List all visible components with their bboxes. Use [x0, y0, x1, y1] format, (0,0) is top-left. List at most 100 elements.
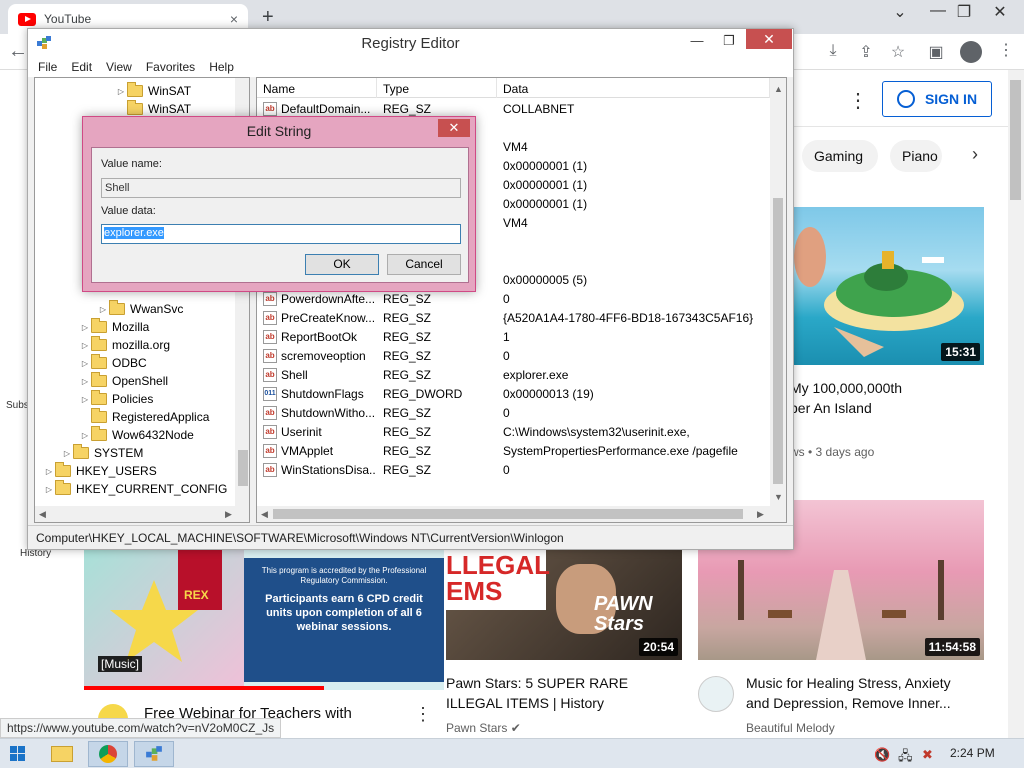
tree-node[interactable]: RegisteredApplica — [79, 408, 209, 426]
cancel-button[interactable]: Cancel — [387, 254, 461, 275]
tree-node[interactable]: ▷ Policies — [79, 390, 153, 408]
regedit-minimize-button[interactable]: — — [682, 33, 712, 48]
tab-search-icon[interactable]: ⌄ — [880, 2, 920, 22]
video-thumbnail[interactable]: REX [Music] This program is accredited b… — [84, 550, 444, 690]
tree-node[interactable]: ▷ HKEY_USERS — [43, 462, 157, 480]
expand-arrow-icon[interactable]: ▷ — [115, 87, 127, 96]
taskbar-regedit[interactable] — [134, 741, 174, 767]
tree-horizontal-scrollbar[interactable]: ◀ ▶ — [35, 506, 249, 522]
restore-button[interactable]: ❐ — [944, 2, 984, 22]
video-title[interactable]: Pawn Stars: 5 SUPER RARE — [446, 673, 628, 693]
registry-value-row[interactable]: 011 ShutdownFlags REG_DWORD 0x00000013 (19) — [257, 385, 770, 404]
video-title[interactable]: Music for Healing Stress, Anxiety — [746, 673, 951, 693]
scroll-up-icon[interactable]: ▲ — [774, 84, 783, 94]
expand-arrow-icon[interactable]: ▷ — [43, 485, 55, 494]
menu-file[interactable]: File — [38, 57, 57, 77]
tree-node[interactable]: ▷ OpenShell — [79, 372, 168, 390]
network-icon[interactable]: 🖧 — [898, 747, 913, 768]
expand-arrow-icon[interactable]: ▷ — [79, 431, 91, 440]
dialog-close-button[interactable]: ✕ — [438, 119, 470, 137]
windows-start-icon[interactable] — [10, 746, 26, 762]
expand-arrow-icon[interactable]: ▷ — [79, 359, 91, 368]
registry-value-row[interactable]: ab ReportBootOk REG_SZ 1 — [257, 328, 770, 347]
video-more-menu[interactable]: ⋮ — [414, 704, 432, 725]
expand-arrow-icon[interactable]: ▷ — [79, 377, 91, 386]
taskbar-file-explorer[interactable] — [42, 741, 82, 767]
sidebar-icon[interactable]: ▣ — [925, 42, 947, 62]
back-button[interactable]: ← — [8, 40, 28, 63]
expand-arrow-icon[interactable]: ▷ — [79, 341, 91, 350]
video-title-line2[interactable]: and Depression, Remove Inner... — [746, 693, 951, 713]
scroll-down-icon[interactable]: ▼ — [774, 492, 783, 502]
expand-arrow-icon[interactable]: ▷ — [79, 395, 91, 404]
channel-avatar[interactable] — [698, 676, 734, 712]
profile-avatar[interactable] — [960, 41, 982, 63]
registry-value-row[interactable]: ab PreCreateKnow... REG_SZ {A520A1A4-1780-4… — [257, 309, 770, 328]
video-title-line2[interactable]: ILLEGAL ITEMS | History — [446, 693, 604, 713]
download-icon[interactable]: ⤓ — [822, 42, 844, 60]
tree-node[interactable]: ▷ mozilla.org — [79, 336, 170, 354]
registry-value-row[interactable]: ab Shell REG_SZ explorer.exe — [257, 366, 770, 385]
regedit-close-button[interactable]: ✕ — [746, 29, 792, 49]
menu-favorites[interactable]: Favorites — [146, 57, 195, 77]
video-title[interactable]: My 100,000,000th — [790, 378, 902, 398]
value-data-input[interactable]: explorer.exe — [101, 224, 461, 244]
tree-node[interactable]: ▷ SYSTEM — [61, 444, 143, 462]
regedit-address-bar[interactable]: Computer\HKEY_LOCAL_MACHINE\SOFTWARE\Mic… — [28, 525, 793, 549]
tree-node[interactable]: ▷ WinSAT — [115, 82, 191, 100]
column-data[interactable]: Data — [497, 78, 770, 98]
expand-arrow-icon[interactable]: ▷ — [97, 305, 109, 314]
taskbar-clock[interactable]: 2:24 PM — [950, 746, 995, 760]
regedit-titlebar[interactable]: Registry Editor — ❐ ✕ — [28, 29, 793, 57]
values-scroll-thumb[interactable] — [773, 198, 783, 484]
channel-name[interactable]: Pawn Stars ✔ — [446, 721, 521, 735]
video-thumbnail[interactable]: LLEGAL EMS PAWN Stars 20:54 — [446, 550, 682, 660]
scroll-left-icon[interactable]: ◀ — [39, 509, 46, 520]
values-hscroll-thumb[interactable] — [273, 509, 743, 519]
tree-node[interactable]: ▷ ODBC — [79, 354, 147, 372]
scroll-left-icon[interactable]: ◀ — [261, 509, 268, 520]
chevron-right-icon[interactable]: › — [972, 144, 978, 165]
chip-piano[interactable]: Piano — [890, 140, 942, 172]
registry-value-row[interactable]: ab VMApplet REG_SZ SystemPropertiesPerforma… — [257, 442, 770, 461]
youtube-settings-menu[interactable]: ⋮ — [848, 88, 868, 113]
video-title-line2[interactable]: ber An Island — [790, 398, 872, 418]
page-scroll-thumb[interactable] — [1010, 80, 1021, 200]
star-icon[interactable]: ☆ — [887, 42, 909, 62]
registry-value-row[interactable]: ab Userinit REG_SZ C:\Windows\system32\user… — [257, 423, 770, 442]
regedit-maximize-button[interactable]: ❐ — [714, 33, 744, 49]
scroll-right-icon[interactable]: ▶ — [757, 509, 764, 520]
pawn-stars-logo: PAWN Stars — [594, 593, 653, 635]
expand-arrow-icon[interactable]: ▷ — [43, 467, 55, 476]
registry-value-row[interactable]: ab PowerdownAfte... REG_SZ 0 — [257, 290, 770, 309]
tree-scroll-thumb[interactable] — [238, 450, 248, 486]
menu-view[interactable]: View — [106, 57, 132, 77]
close-window-button[interactable]: ✕ — [980, 2, 1020, 22]
action-center-icon[interactable]: ✖ — [922, 747, 933, 763]
video-thumbnail[interactable]: 15:31 — [794, 207, 984, 365]
channel-name[interactable]: Beautiful Melody — [746, 721, 835, 735]
chip-gaming[interactable]: Gaming — [802, 140, 878, 172]
tree-node[interactable]: ▷ WwanSvc — [97, 300, 183, 318]
expand-arrow-icon[interactable]: ▷ — [61, 449, 73, 458]
share-icon[interactable]: ⇪ — [855, 42, 877, 62]
new-tab-button[interactable]: + — [262, 6, 274, 29]
tree-node[interactable]: ▷ HKEY_CURRENT_CONFIG — [43, 480, 227, 498]
column-type[interactable]: Type — [377, 78, 497, 98]
column-name[interactable]: Name — [257, 78, 377, 98]
tab-close-icon[interactable]: × — [230, 11, 238, 27]
registry-value-row[interactable]: ab WinStationsDisa... REG_SZ 0 — [257, 461, 770, 480]
sign-in-button[interactable]: SIGN IN — [882, 81, 992, 117]
chrome-menu-button[interactable]: ⋮ — [998, 40, 1014, 60]
registry-value-row[interactable]: ab ShutdownWitho... REG_SZ 0 — [257, 404, 770, 423]
scroll-right-icon[interactable]: ▶ — [225, 509, 232, 520]
taskbar-chrome[interactable] — [88, 741, 128, 767]
tree-node[interactable]: ▷ Mozilla — [79, 318, 149, 336]
menu-edit[interactable]: Edit — [71, 57, 92, 77]
ok-button[interactable]: OK — [305, 254, 379, 275]
volume-muted-icon[interactable]: 🔇 — [874, 747, 890, 763]
menu-help[interactable]: Help — [209, 57, 234, 77]
expand-arrow-icon[interactable]: ▷ — [79, 323, 91, 332]
registry-value-row[interactable]: ab scremoveoption REG_SZ 0 — [257, 347, 770, 366]
tree-node[interactable]: ▷ Wow6432Node — [79, 426, 194, 444]
